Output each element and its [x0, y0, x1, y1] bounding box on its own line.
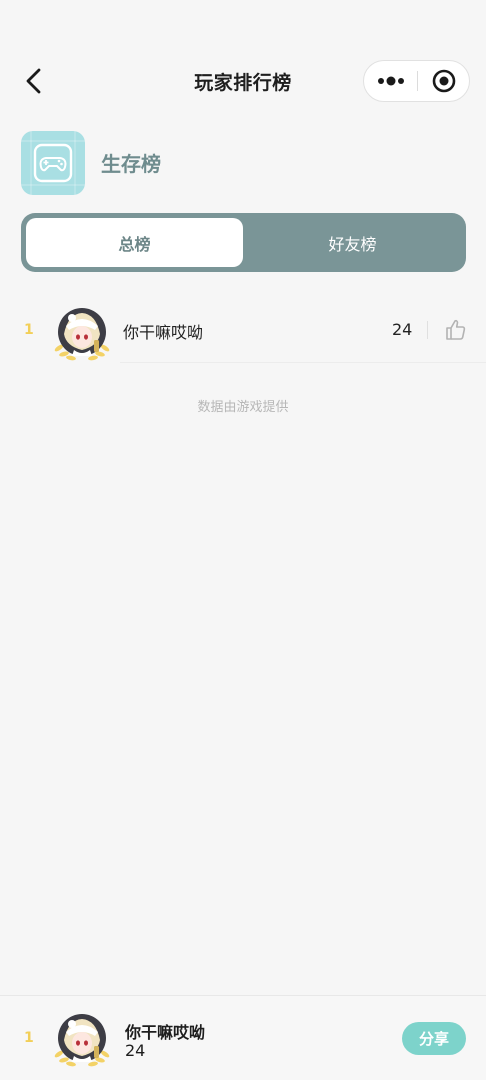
score-divider: [427, 321, 428, 339]
mini-program-capsule: [363, 60, 470, 102]
my-avatar: [50, 1010, 114, 1070]
rank-number: 1: [24, 322, 34, 338]
share-button[interactable]: 分享: [402, 1022, 466, 1055]
avatar: [50, 304, 114, 364]
leaderboard-tabs: 总榜 好友榜: [21, 213, 466, 272]
player-avatar-icon: [54, 308, 110, 361]
close-button[interactable]: [418, 61, 470, 101]
more-dots-icon: [378, 76, 404, 86]
leaderboard-name: 生存榜: [101, 152, 161, 176]
gamepad-icon: [21, 131, 85, 195]
thumbs-up-icon: [446, 319, 466, 340]
player-name: 你干嘛哎呦: [123, 323, 204, 342]
my-rank-number: 1: [24, 1030, 34, 1046]
game-icon: [21, 131, 85, 195]
player-avatar-icon: [54, 1014, 110, 1067]
my-player-score: 24: [125, 1041, 146, 1060]
tab-friends[interactable]: 好友榜: [244, 218, 461, 267]
data-source-note: 数据由游戏提供: [197, 400, 289, 415]
like-button[interactable]: [444, 318, 468, 342]
leaderboard-page: 玩家排行榜 生存榜 总榜 好友榜 1 你干嘛哎呦 24 数据由游戏提供 1 你干…: [0, 0, 486, 1080]
row-divider: [120, 362, 486, 363]
more-button[interactable]: [364, 61, 417, 101]
player-score: 24: [392, 320, 413, 339]
target-close-icon: [432, 69, 456, 93]
my-player-name: 你干嘛哎呦: [125, 1023, 206, 1042]
tab-overall[interactable]: 总榜: [26, 218, 243, 267]
nav-bar: 玩家排行榜: [0, 56, 486, 106]
my-rank-bar: 1 你干嘛哎呦 24 分享: [0, 995, 486, 1080]
ranking-row[interactable]: 1 你干嘛哎呦 24: [0, 298, 486, 362]
